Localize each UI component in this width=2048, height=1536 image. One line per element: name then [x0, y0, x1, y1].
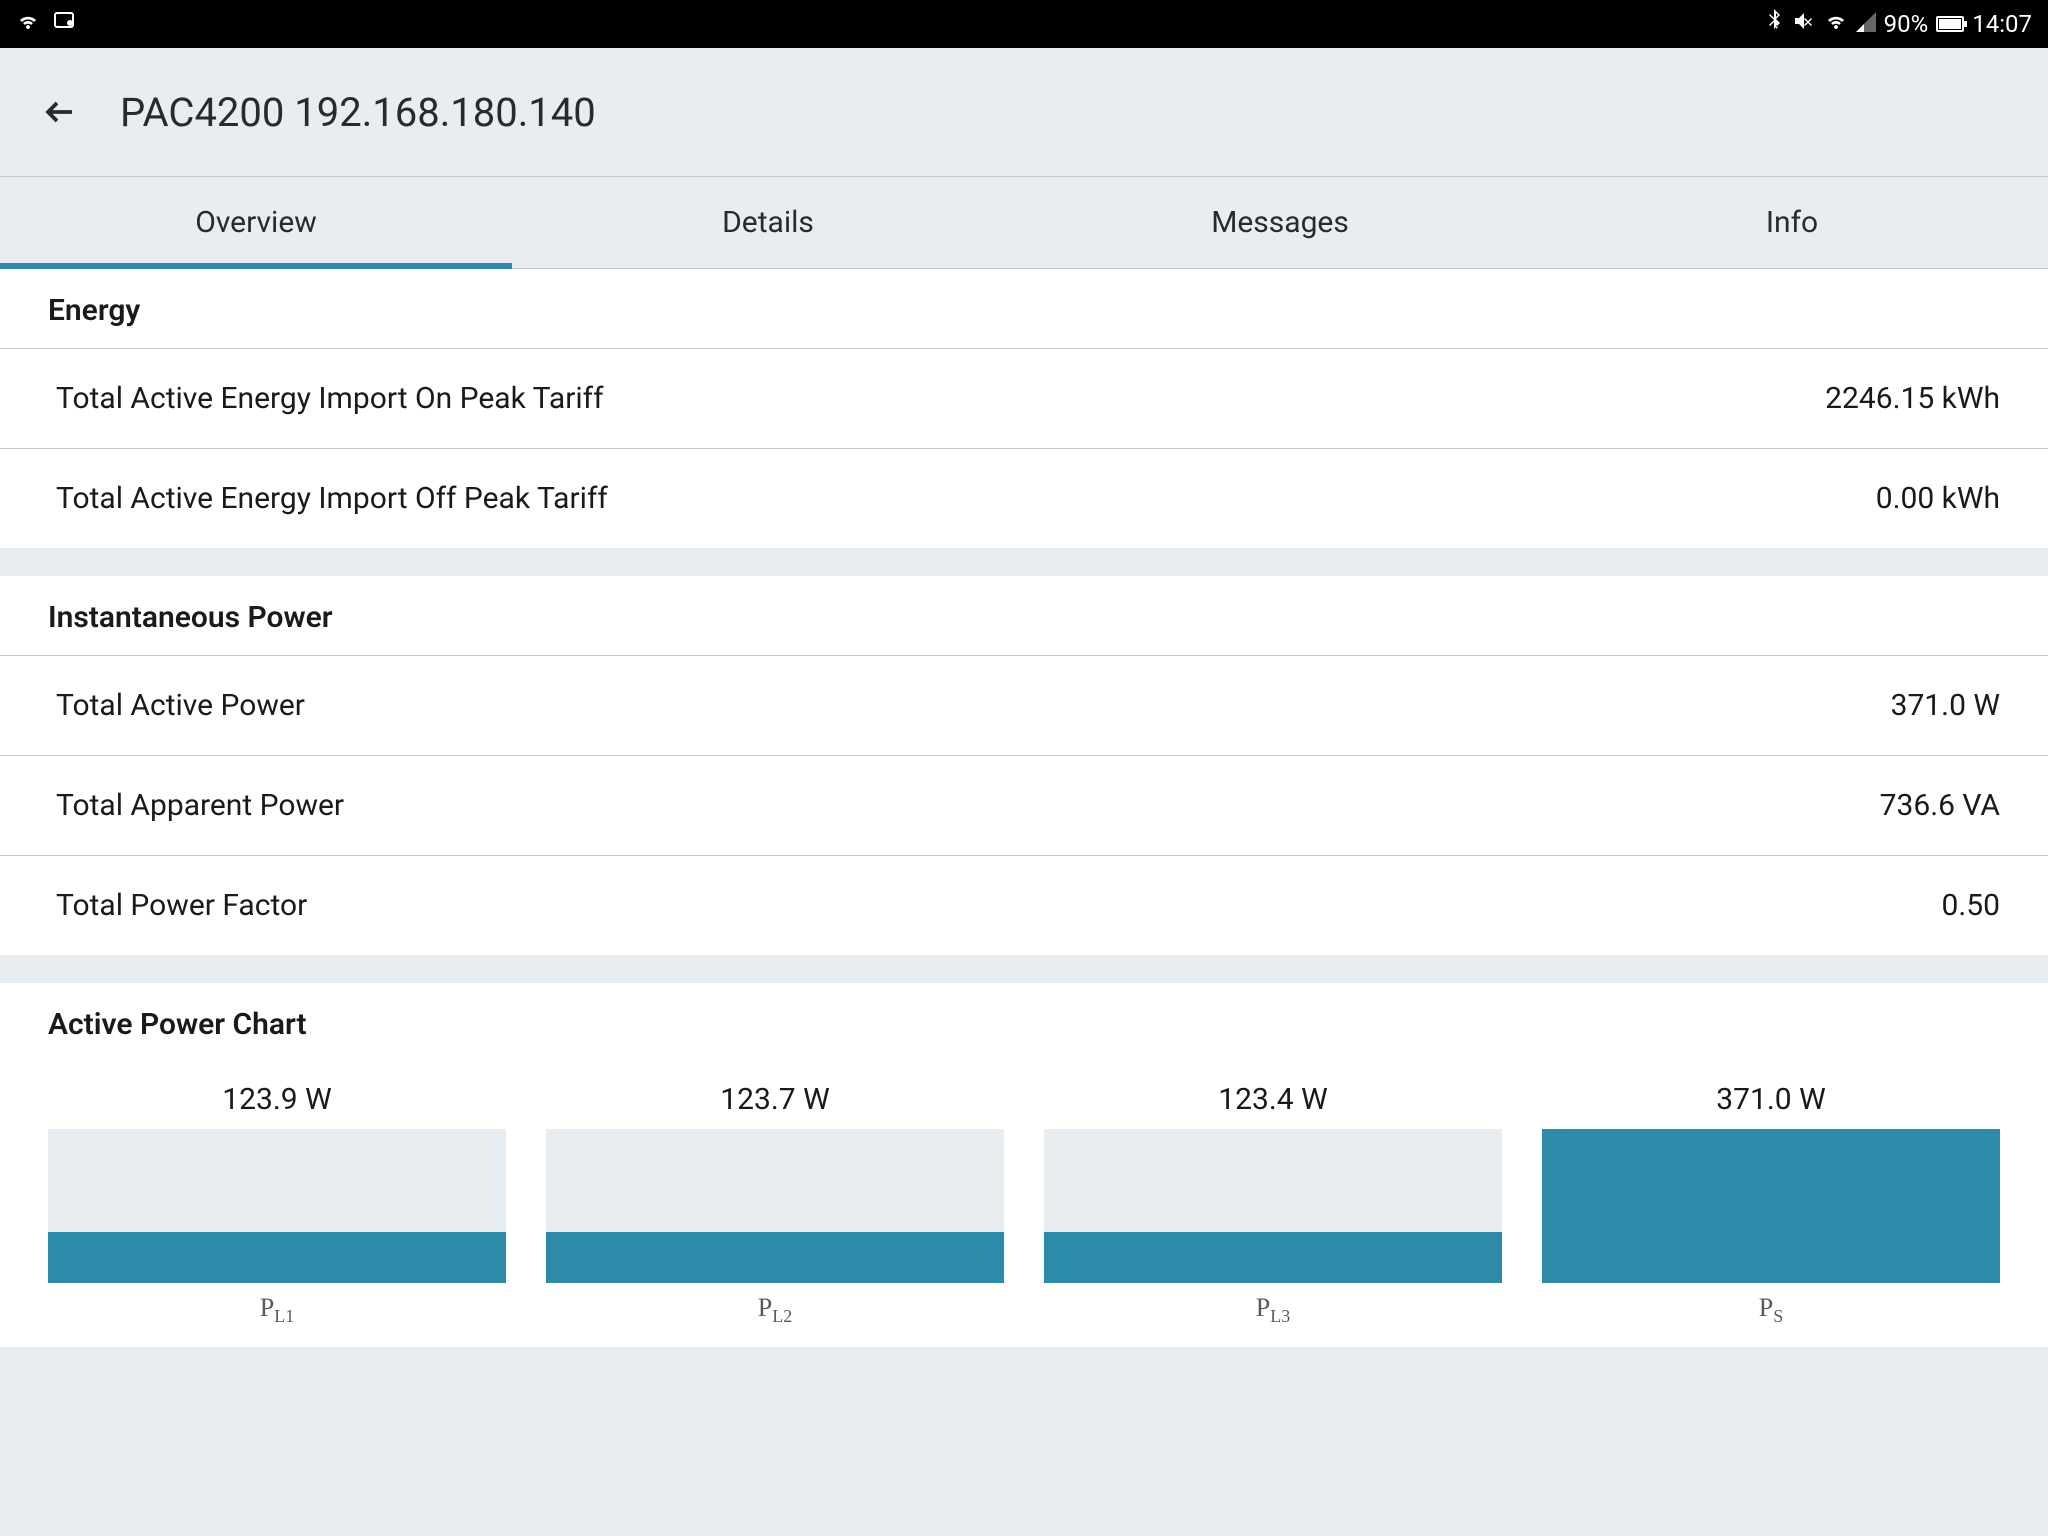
data-row[interactable]: Total Active Energy Import On Peak Tarif… — [0, 348, 2048, 448]
power-section: Instantaneous Power Total Active Power 3… — [0, 576, 2048, 955]
row-label: Total Active Energy Import On Peak Tarif… — [56, 381, 604, 416]
row-label: Total Active Power — [56, 688, 305, 723]
bar-fill — [546, 1232, 1004, 1283]
row-label: Total Power Factor — [56, 888, 307, 923]
bar-category-label: PL3 — [1256, 1293, 1290, 1327]
section-title-chart: Active Power Chart — [0, 983, 2048, 1062]
signal-icon — [1856, 10, 1876, 38]
bar-category-label: PL1 — [260, 1293, 294, 1327]
data-row[interactable]: Total Active Energy Import Off Peak Tari… — [0, 448, 2048, 548]
tab-label: Info — [1766, 205, 1818, 240]
row-value: 736.6 VA — [1880, 788, 2000, 823]
tab-details[interactable]: Details — [512, 177, 1024, 268]
section-title-energy: Energy — [0, 269, 2048, 348]
section-title-power: Instantaneous Power — [0, 576, 2048, 655]
app-header: PAC4200 192.168.180.140 — [0, 48, 2048, 176]
battery-icon — [1936, 16, 1964, 32]
bluetooth-icon — [1764, 9, 1784, 39]
data-row[interactable]: Total Power Factor 0.50 — [0, 855, 2048, 955]
bar-value-label: 123.7 W — [720, 1082, 829, 1117]
tab-bar: Overview Details Messages Info — [0, 176, 2048, 269]
bar-track — [48, 1129, 506, 1283]
battery-percent: 90% — [1884, 10, 1929, 38]
chart-container: 123.9 W PL1 123.7 W PL2 123.4 W PL3 371.0 W PS — [0, 1082, 2048, 1327]
status-time: 14:07 — [1972, 10, 2032, 38]
bar-track — [546, 1129, 1004, 1283]
row-value: 371.0 W — [1891, 688, 2000, 723]
bar-category-label: PS — [1759, 1293, 1783, 1327]
bar-fill — [48, 1232, 506, 1283]
chart-bar: 123.9 W PL1 — [48, 1082, 506, 1327]
chart-bar: 123.7 W PL2 — [546, 1082, 1004, 1327]
tab-label: Overview — [195, 205, 317, 240]
bar-category-label: PL2 — [758, 1293, 792, 1327]
row-label: Total Apparent Power — [56, 788, 344, 823]
bar-value-label: 371.0 W — [1716, 1082, 1825, 1117]
tab-info[interactable]: Info — [1536, 177, 2048, 268]
bar-track — [1044, 1129, 1502, 1283]
bar-fill — [1044, 1232, 1502, 1283]
bar-value-label: 123.9 W — [222, 1082, 331, 1117]
energy-section: Energy Total Active Energy Import On Pea… — [0, 269, 2048, 548]
status-bar: 90% 14:07 — [0, 0, 2048, 48]
row-label: Total Active Energy Import Off Peak Tari… — [56, 481, 608, 516]
chart-bar: 371.0 W PS — [1542, 1082, 2000, 1327]
arrow-left-icon — [42, 94, 78, 130]
row-value: 0.00 kWh — [1876, 481, 2000, 516]
row-value: 2246.15 kWh — [1825, 381, 2000, 416]
bar-track — [1542, 1129, 2000, 1283]
wifi-icon — [16, 9, 40, 39]
tab-label: Messages — [1211, 205, 1349, 240]
bar-value-label: 123.4 W — [1218, 1082, 1327, 1117]
mute-icon — [1792, 9, 1816, 39]
tab-overview[interactable]: Overview — [0, 177, 512, 268]
content-area: Energy Total Active Energy Import On Pea… — [0, 269, 2048, 1347]
data-row[interactable]: Total Apparent Power 736.6 VA — [0, 755, 2048, 855]
wifi-icon-2 — [1824, 9, 1848, 39]
cast-icon — [52, 9, 76, 39]
chart-bar: 123.4 W PL3 — [1044, 1082, 1502, 1327]
bar-fill — [1542, 1129, 2000, 1283]
page-title: PAC4200 192.168.180.140 — [120, 89, 596, 136]
back-button[interactable] — [40, 92, 80, 132]
data-row[interactable]: Total Active Power 371.0 W — [0, 655, 2048, 755]
tab-label: Details — [722, 205, 814, 240]
row-value: 0.50 — [1942, 888, 2001, 923]
tab-messages[interactable]: Messages — [1024, 177, 1536, 268]
chart-section: Active Power Chart 123.9 WPL1123.7 WPL21… — [0, 983, 2048, 1347]
